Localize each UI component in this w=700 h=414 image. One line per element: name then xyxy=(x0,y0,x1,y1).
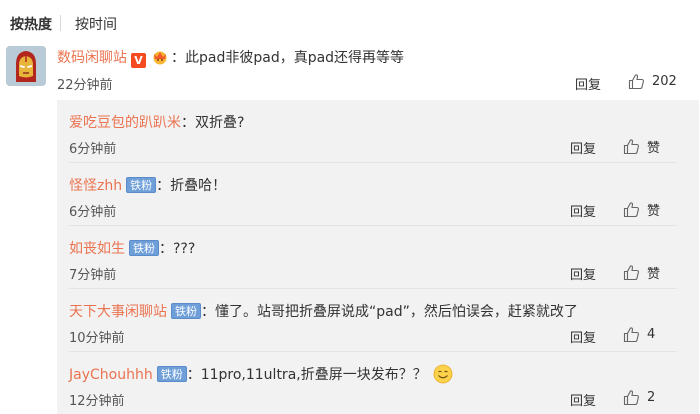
main-reply-button[interactable]: 回复 xyxy=(575,74,601,93)
reply-line: 天下大事闲聊站 铁粉 ：懂了。站哥把折叠屏说成“pad”，然后怕误会，赶紧就改了 xyxy=(69,301,578,321)
reply-time: 10分钟前 xyxy=(69,331,125,346)
thumbs-up-icon xyxy=(623,390,639,406)
main-comment-time: 22分钟前 xyxy=(57,78,113,93)
thumbs-up-icon xyxy=(623,202,639,218)
reply-item: 如丧如生 铁粉：??? 7分钟前 回复 赞 xyxy=(57,226,699,289)
reply-username[interactable]: 天下大事闲聊站 xyxy=(69,304,167,320)
sort-by-hot-tab[interactable]: 按热度 xyxy=(10,14,52,34)
reply-text: ：双折叠? xyxy=(181,115,245,131)
replies-panel: 爱吃豆包的趴趴米：双折叠? 6分钟前 回复 赞 怪怪zhh 铁粉 ：折叠哈！ 6分钟… xyxy=(57,100,699,414)
main-like-button[interactable]: 202 xyxy=(628,73,677,90)
sort-bar: 按热度 按时间 xyxy=(0,0,700,44)
reply-line: 爱吃豆包的趴趴米：双折叠? xyxy=(69,112,244,132)
reply-username[interactable]: JayChouhhh xyxy=(69,367,153,383)
like-count: 2 xyxy=(647,390,656,405)
main-comment-username[interactable]: 数码闲聊站 xyxy=(57,50,127,66)
like-button[interactable]: 赞 xyxy=(623,200,660,219)
reply-time: 12分钟前 xyxy=(69,394,125,409)
reply-button[interactable]: 回复 xyxy=(570,201,596,220)
reply-button[interactable]: 回复 xyxy=(570,327,596,346)
reply-button[interactable]: 回复 xyxy=(570,390,596,409)
like-button[interactable]: 赞 xyxy=(623,263,660,282)
reply-item: 爱吃豆包的趴趴米：双折叠? 6分钟前 回复 赞 xyxy=(57,100,699,163)
reply-text: ：11pro,11ultra,折叠屏一块发布？？ xyxy=(186,367,427,383)
reply-button[interactable]: 回复 xyxy=(570,264,596,283)
fan-crown-icon xyxy=(153,51,167,65)
like-count: 赞 xyxy=(647,267,661,282)
main-comment-line: 数码闲聊站 V ：此pad非彼pad，真pad还得再等等 xyxy=(57,47,404,68)
reply-username[interactable]: 爱吃豆包的趴趴米 xyxy=(69,115,181,131)
thumbs-up-icon xyxy=(623,265,639,281)
reply-button[interactable]: 回复 xyxy=(570,138,596,157)
iron-fan-badge: 铁粉 xyxy=(129,240,159,256)
reply-line: JayChouhhh 铁粉 ：11pro,11ultra,折叠屏一块发布？？ xyxy=(69,364,453,384)
iron-fan-badge: 铁粉 xyxy=(171,303,201,319)
reply-line: 如丧如生 铁粉：??? xyxy=(69,238,195,258)
like-count: 赞 xyxy=(647,204,661,219)
thumbs-up-icon xyxy=(623,139,639,155)
thumbs-up-icon xyxy=(623,327,639,343)
sort-by-time-tab[interactable]: 按时间 xyxy=(75,14,117,34)
smile-emoji-icon xyxy=(433,364,453,384)
reply-item: JayChouhhh 铁粉 ：11pro,11ultra,折叠屏一块发布？？ 12分… xyxy=(57,352,699,414)
like-button[interactable]: 赞 xyxy=(623,137,660,156)
reply-username[interactable]: 如丧如生 xyxy=(69,241,125,257)
like-count: 4 xyxy=(647,327,656,342)
main-comment-text: ：此pad非彼pad，真pad还得再等等 xyxy=(171,50,405,66)
main-like-count: 202 xyxy=(652,74,677,89)
iron-fan-badge: 铁粉 xyxy=(156,366,187,382)
reply-time: 6分钟前 xyxy=(69,205,117,220)
iron-fan-badge: 铁粉 xyxy=(126,177,157,193)
like-count: 赞 xyxy=(647,141,661,156)
vip-badge: V xyxy=(131,53,146,68)
main-comment: 数码闲聊站 V ：此pad非彼pad，真pad还得再等等 22分钟前 回复 202 xyxy=(0,40,700,100)
sort-divider xyxy=(60,15,61,31)
reply-item: 怪怪zhh 铁粉 ：折叠哈！ 6分钟前 回复 赞 xyxy=(57,163,699,226)
reply-item: 天下大事闲聊站 铁粉 ：懂了。站哥把折叠屏说成“pad”，然后怕误会，赶紧就改了 1… xyxy=(57,289,699,352)
reply-time: 6分钟前 xyxy=(69,142,117,157)
reply-text: ：懂了。站哥把折叠屏说成“pad”，然后怕误会，赶紧就改了 xyxy=(201,304,578,320)
reply-text: ：??? xyxy=(159,241,196,257)
thumbs-up-icon xyxy=(628,74,644,90)
like-button[interactable]: 4 xyxy=(623,326,655,343)
iron-man-avatar-icon[interactable] xyxy=(6,46,46,86)
reply-time: 7分钟前 xyxy=(69,268,117,283)
reply-username[interactable]: 怪怪zhh xyxy=(69,178,122,194)
reply-line: 怪怪zhh 铁粉 ：折叠哈！ xyxy=(69,175,226,195)
reply-text: ：折叠哈！ xyxy=(156,178,227,194)
like-button[interactable]: 2 xyxy=(623,389,655,406)
